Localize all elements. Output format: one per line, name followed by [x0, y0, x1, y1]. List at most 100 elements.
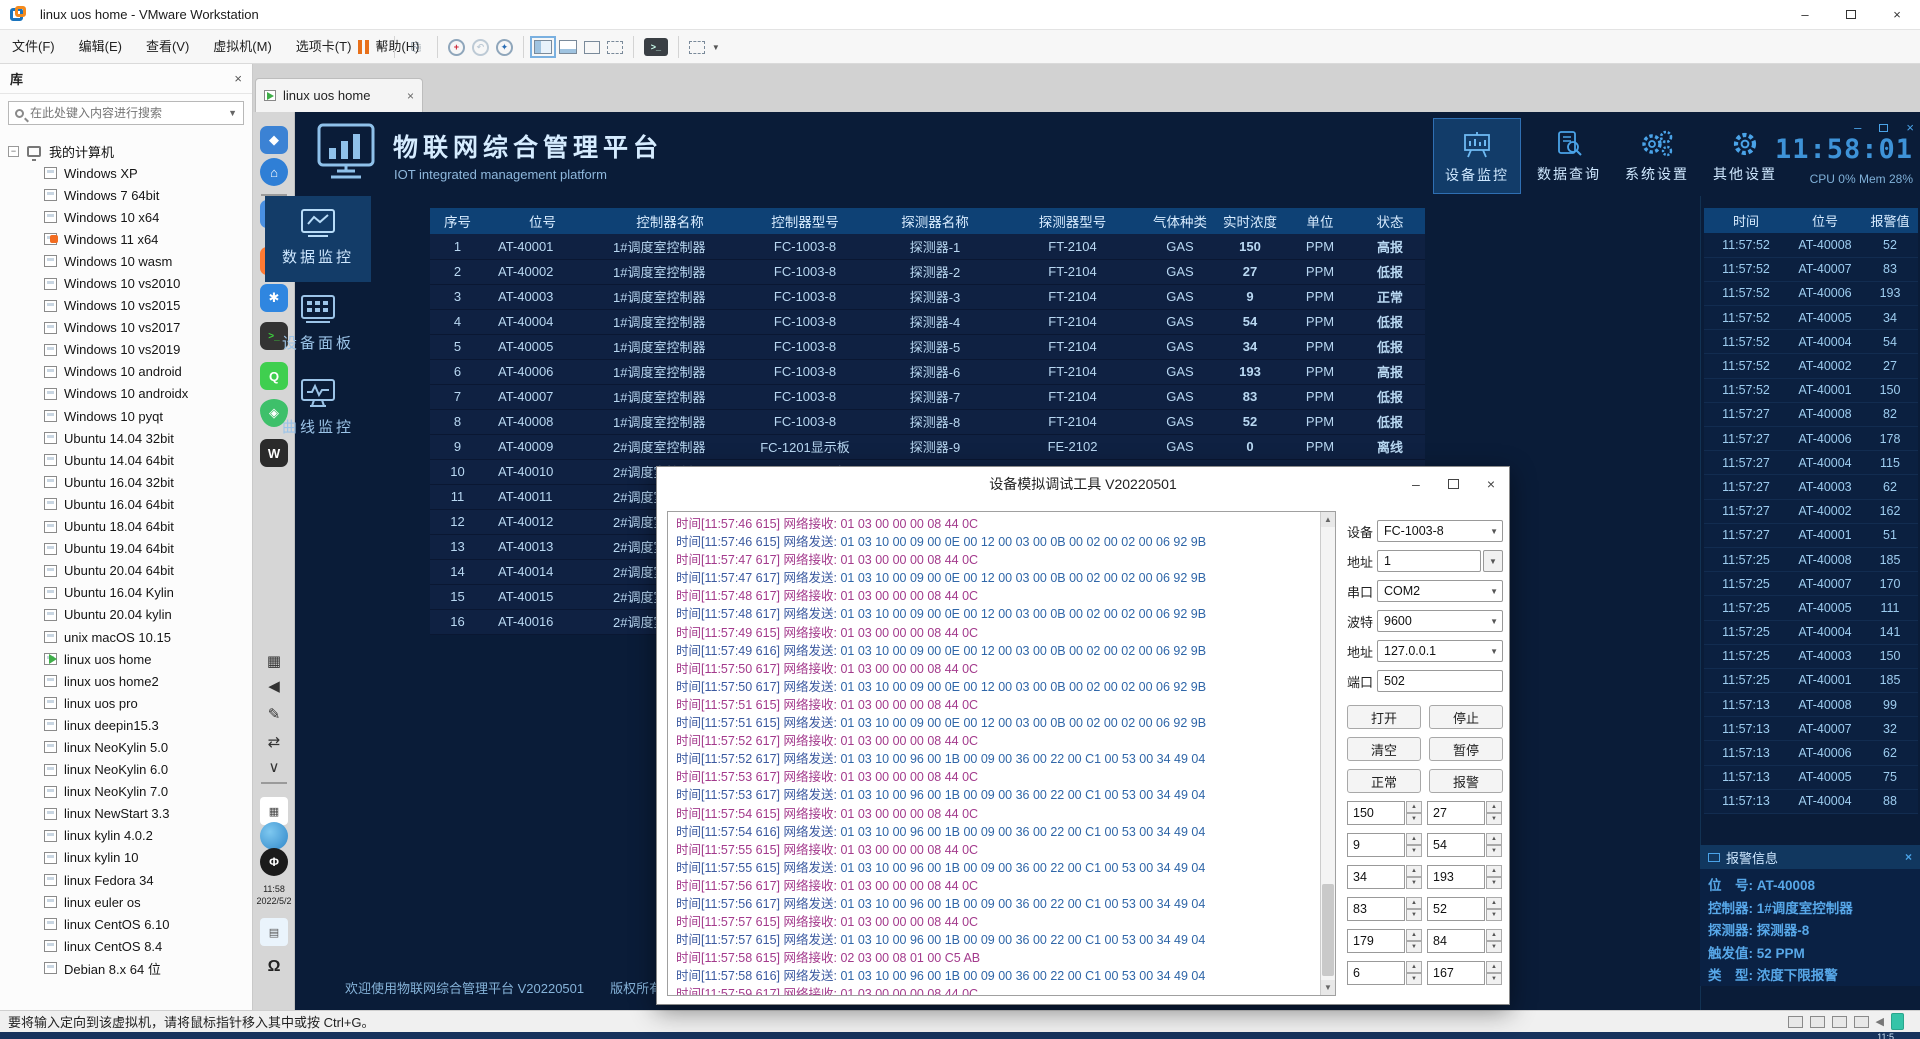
dialog-button[interactable]: 暂停 [1429, 737, 1503, 761]
vm-list-item[interactable]: Ubuntu 16.04 64bit [0, 493, 252, 515]
tree-expander-icon[interactable]: − [8, 146, 19, 157]
spin-up-icon[interactable]: ▲ [1486, 929, 1502, 941]
vm-list-item[interactable]: linux NeoKylin 6.0 [0, 759, 252, 781]
vm-list-item[interactable]: Windows 11 x64 [0, 228, 252, 250]
spin-down-icon[interactable]: ▼ [1486, 941, 1502, 953]
app-minimize-button[interactable]: – [1854, 120, 1861, 135]
spin-up-icon[interactable]: ▲ [1406, 897, 1422, 909]
spin-up-icon[interactable]: ▲ [1406, 865, 1422, 877]
search-dropdown-arrow-icon[interactable]: ▼ [228, 108, 237, 118]
vm-list-item[interactable]: Ubuntu 18.04 64bit [0, 516, 252, 538]
library-close-icon[interactable]: × [234, 71, 242, 86]
topnav-system-settings[interactable]: 系统设置 [1613, 118, 1701, 194]
scroll-thumb[interactable] [1322, 884, 1334, 976]
spin-down-icon[interactable]: ▼ [1406, 909, 1422, 921]
spin-up-icon[interactable]: ▲ [1486, 801, 1502, 813]
dock-icon[interactable]: ▦ [260, 797, 288, 825]
alarm-row[interactable]: 11:57:13 AT-40006 62 [1704, 741, 1918, 765]
menu-item[interactable]: 虚拟机(M) [201, 30, 284, 64]
pause-vm-button[interactable] [358, 40, 369, 54]
alarm-info-close-icon[interactable]: × [1905, 850, 1912, 864]
table-row[interactable]: 7 AT-40007 1#调度室控制器 FC-1003-8 探测器-7 FT-2… [430, 384, 1425, 409]
unity-mode-button[interactable] [607, 41, 623, 54]
table-row[interactable]: 8 AT-40008 1#调度室控制器 FC-1003-8 探测器-8 FT-2… [430, 409, 1425, 434]
alarm-row[interactable]: 11:57:25 AT-40001 185 [1704, 668, 1918, 692]
fit-dropdown-arrow-icon[interactable]: ▼ [712, 43, 720, 52]
spin-down-icon[interactable]: ▼ [1406, 973, 1422, 985]
window-close-button[interactable]: × [1874, 0, 1920, 30]
spin-down-icon[interactable]: ▼ [1486, 973, 1502, 985]
vm-list-item[interactable]: Windows 10 android [0, 361, 252, 383]
alarm-row[interactable]: 11:57:27 AT-40006 178 [1704, 427, 1918, 451]
alarm-row[interactable]: 11:57:27 AT-40004 115 [1704, 451, 1918, 475]
tray-device-icon[interactable] [1854, 1016, 1869, 1028]
open-console-button[interactable]: >_ [644, 38, 668, 56]
dock-icon[interactable]: Φ [260, 848, 288, 876]
value-spinner[interactable]: 9 ▲▼ [1347, 833, 1423, 857]
tray-device-icon[interactable] [1891, 1013, 1904, 1030]
network-log[interactable]: 时间[11:57:46 615] 网络接收: 01 03 00 00 00 08… [667, 511, 1336, 996]
scroll-up-icon[interactable]: ▲ [1321, 512, 1335, 527]
vm-list-item[interactable]: Ubuntu 14.04 32bit [0, 427, 252, 449]
tray-device-icon[interactable]: ◀ [1876, 1015, 1884, 1028]
alarm-row[interactable]: 11:57:13 AT-40004 88 [1704, 789, 1918, 813]
alarm-row[interactable]: 11:57:52 AT-40008 52 [1704, 233, 1918, 257]
spin-down-icon[interactable]: ▼ [1486, 845, 1502, 857]
take-snapshot-button[interactable]: + [448, 39, 465, 56]
alarm-row[interactable]: 11:57:25 AT-40003 150 [1704, 644, 1918, 668]
vm-list-item[interactable]: Windows 10 vs2010 [0, 272, 252, 294]
vm-list-item[interactable]: Windows 10 vs2017 [0, 317, 252, 339]
dialog-button[interactable]: 清空 [1347, 737, 1421, 761]
alarm-row[interactable]: 11:57:25 AT-40004 141 [1704, 620, 1918, 644]
vm-list-item[interactable]: Ubuntu 20.04 64bit [0, 560, 252, 582]
alarm-row[interactable]: 11:57:13 AT-40005 75 [1704, 765, 1918, 789]
window-maximize-button[interactable] [1828, 0, 1874, 30]
vm-list-item[interactable]: Ubuntu 20.04 kylin [0, 604, 252, 626]
value-spinner[interactable]: 27 ▲▼ [1427, 801, 1503, 825]
dialog-minimize-button[interactable]: – [1412, 476, 1420, 492]
topnav-data-query[interactable]: 数据查询 [1525, 118, 1613, 194]
revert-snapshot-button[interactable]: ↶ [472, 39, 489, 56]
sidenav-curve-monitor[interactable]: 曲线监控 [265, 378, 371, 437]
vm-list-item[interactable]: Windows XP [0, 162, 252, 184]
dock-icon[interactable]: ⌂ [260, 158, 288, 186]
alarm-row[interactable]: 11:57:27 AT-40003 62 [1704, 475, 1918, 499]
spin-up-icon[interactable]: ▲ [1406, 833, 1422, 845]
dialog-maximize-button[interactable] [1448, 476, 1459, 492]
tree-root-my-computer[interactable]: − 我的计算机 [0, 140, 252, 162]
vm-list-item[interactable]: Windows 10 vs2019 [0, 339, 252, 361]
spin-up-icon[interactable]: ▲ [1486, 833, 1502, 845]
vm-list-item[interactable]: Ubuntu 16.04 Kylin [0, 582, 252, 604]
window-minimize-button[interactable]: – [1782, 0, 1828, 30]
alarm-row[interactable]: 11:57:27 AT-40001 51 [1704, 523, 1918, 547]
value-spinner[interactable]: 54 ▲▼ [1427, 833, 1503, 857]
value-spinner[interactable]: 150 ▲▼ [1347, 801, 1423, 825]
alarm-row[interactable]: 11:57:27 AT-40002 162 [1704, 499, 1918, 523]
spin-down-icon[interactable]: ▼ [1486, 877, 1502, 889]
log-scrollbar[interactable]: ▲ ▼ [1320, 512, 1335, 995]
spin-down-icon[interactable]: ▼ [1406, 877, 1422, 889]
spin-up-icon[interactable]: ▲ [1406, 929, 1422, 941]
vm-list-item[interactable]: linux euler os [0, 891, 252, 913]
alarm-row[interactable]: 11:57:25 AT-40007 170 [1704, 572, 1918, 596]
vm-list-item[interactable]: linux kylin 4.0.2 [0, 825, 252, 847]
sidenav-data-monitor[interactable]: 数据监控 [265, 196, 371, 282]
dialog-button[interactable]: 报警 [1429, 769, 1503, 793]
table-row[interactable]: 4 AT-40004 1#调度室控制器 FC-1003-8 探测器-4 FT-2… [430, 309, 1425, 334]
table-row[interactable]: 6 AT-40006 1#调度室控制器 FC-1003-8 探测器-6 FT-2… [430, 359, 1425, 384]
menu-item[interactable]: 选项卡(T) [284, 30, 364, 64]
dock-icon[interactable]: ⇄ [260, 728, 288, 756]
dock-icon[interactable]: ∨ [260, 753, 288, 781]
spin-up-icon[interactable]: ▲ [1486, 961, 1502, 973]
search-input[interactable] [30, 106, 228, 120]
spin-up-icon[interactable]: ▲ [1486, 897, 1502, 909]
table-row[interactable]: 1 AT-40001 1#调度室控制器 FC-1003-8 探测器-1 FT-2… [430, 234, 1425, 259]
send-ctrl-alt-del-button[interactable]: ⎘ [405, 37, 427, 57]
value-spinner[interactable]: 52 ▲▼ [1427, 897, 1503, 921]
alarm-row[interactable]: 11:57:52 AT-40001 150 [1704, 378, 1918, 402]
table-row[interactable]: 5 AT-40005 1#调度室控制器 FC-1003-8 探测器-5 FT-2… [430, 334, 1425, 359]
device-select[interactable]: 设备 FC-1003-8▼ [1347, 519, 1503, 543]
vm-list-item[interactable]: linux deepin15.3 [0, 714, 252, 736]
fullscreen-button[interactable] [584, 41, 600, 54]
dialog-titlebar[interactable]: 设备模拟调试工具 V20220501 – × [657, 467, 1509, 501]
